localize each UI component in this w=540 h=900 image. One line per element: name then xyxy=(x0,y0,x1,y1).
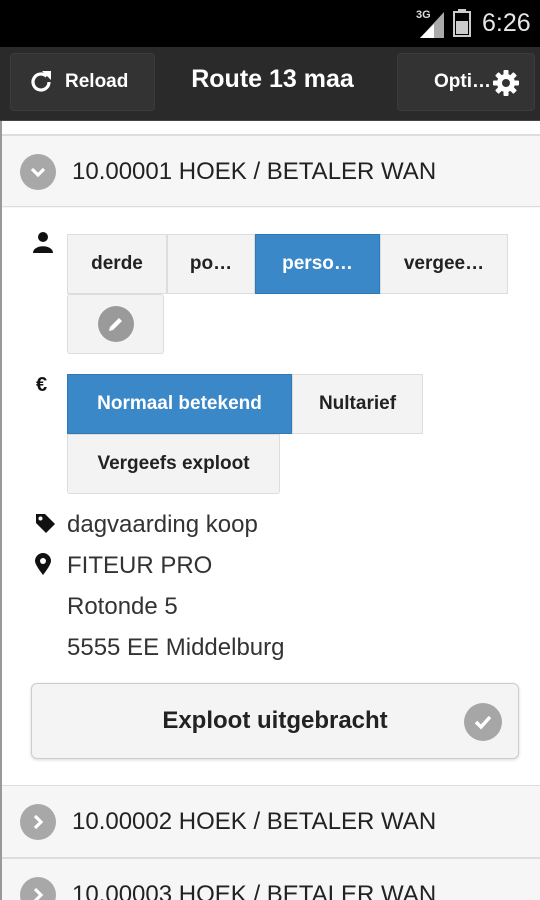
reload-button[interactable]: Reload xyxy=(10,53,155,111)
item-header[interactable]: 10.00001 HOEK / BETALER WAN xyxy=(2,136,540,208)
person-option-po[interactable]: po… xyxy=(167,234,255,294)
address-city: 5555 EE Middelburg xyxy=(67,634,285,661)
tariff-option-normaal-selected[interactable]: Normaal betekend xyxy=(67,374,292,434)
item-header[interactable]: 10.00002 HOEK / BETALER WAN xyxy=(2,786,540,858)
app-header: Reload Route 13 maa Opti… xyxy=(0,47,540,121)
tariff-option-vergeefs[interactable]: Vergeefs exploot xyxy=(67,434,280,494)
list-top-strip xyxy=(2,121,540,135)
item-title: 10.00003 HOEK / BETALER WAN xyxy=(72,881,437,900)
currency-symbol: € xyxy=(36,374,48,396)
person-icon xyxy=(33,232,53,253)
battery-icon xyxy=(453,9,471,37)
exploot-uitgebracht-button[interactable]: Exploot uitgebracht xyxy=(31,683,519,759)
route-list: 10.00001 HOEK / BETALER WAN derde po… pe… xyxy=(0,121,540,900)
options-button[interactable]: Opti… xyxy=(397,53,535,111)
signal-icon xyxy=(420,12,444,38)
pencil-icon xyxy=(97,306,134,342)
collapsible-item-header[interactable]: 10.00001 HOEK / BETALER WAN xyxy=(2,135,540,207)
tag-icon xyxy=(36,514,55,533)
status-bar: 3G 6:26 xyxy=(0,0,540,47)
gear-icon xyxy=(493,70,519,96)
person-option-perso-selected[interactable]: perso… xyxy=(255,234,380,294)
document-type: dagvaarding koop xyxy=(67,511,258,538)
chevron-down-icon xyxy=(20,154,56,190)
check-icon xyxy=(464,703,502,741)
person-option-derde[interactable]: derde xyxy=(67,234,167,294)
reload-label: Reload xyxy=(65,71,129,92)
page-title: Route 13 maa xyxy=(191,65,354,93)
address-name: FITEUR PRO xyxy=(67,552,213,579)
chevron-right-icon xyxy=(20,877,56,900)
edit-button[interactable] xyxy=(67,294,164,354)
clock: 6:26 xyxy=(482,9,531,37)
tariff-option-nultarief[interactable]: Nultarief xyxy=(292,374,423,434)
item-title: 10.00001 HOEK / BETALER WAN xyxy=(72,158,437,185)
map-pin-icon xyxy=(35,553,51,575)
person-option-vergee[interactable]: vergee… xyxy=(380,234,508,294)
item-header[interactable]: 10.00003 HOEK / BETALER WAN xyxy=(2,859,540,900)
collapsible-item[interactable]: 10.00002 HOEK / BETALER WAN xyxy=(2,785,540,858)
options-label: Opti… xyxy=(434,71,491,92)
collapsible-item[interactable]: 10.00003 HOEK / BETALER WAN xyxy=(2,858,540,900)
chevron-right-icon xyxy=(20,804,56,840)
item-title: 10.00002 HOEK / BETALER WAN xyxy=(72,808,437,835)
address-street: Rotonde 5 xyxy=(67,593,178,620)
done-label: Exploot uitgebracht xyxy=(162,707,388,734)
reload-icon xyxy=(31,71,51,92)
